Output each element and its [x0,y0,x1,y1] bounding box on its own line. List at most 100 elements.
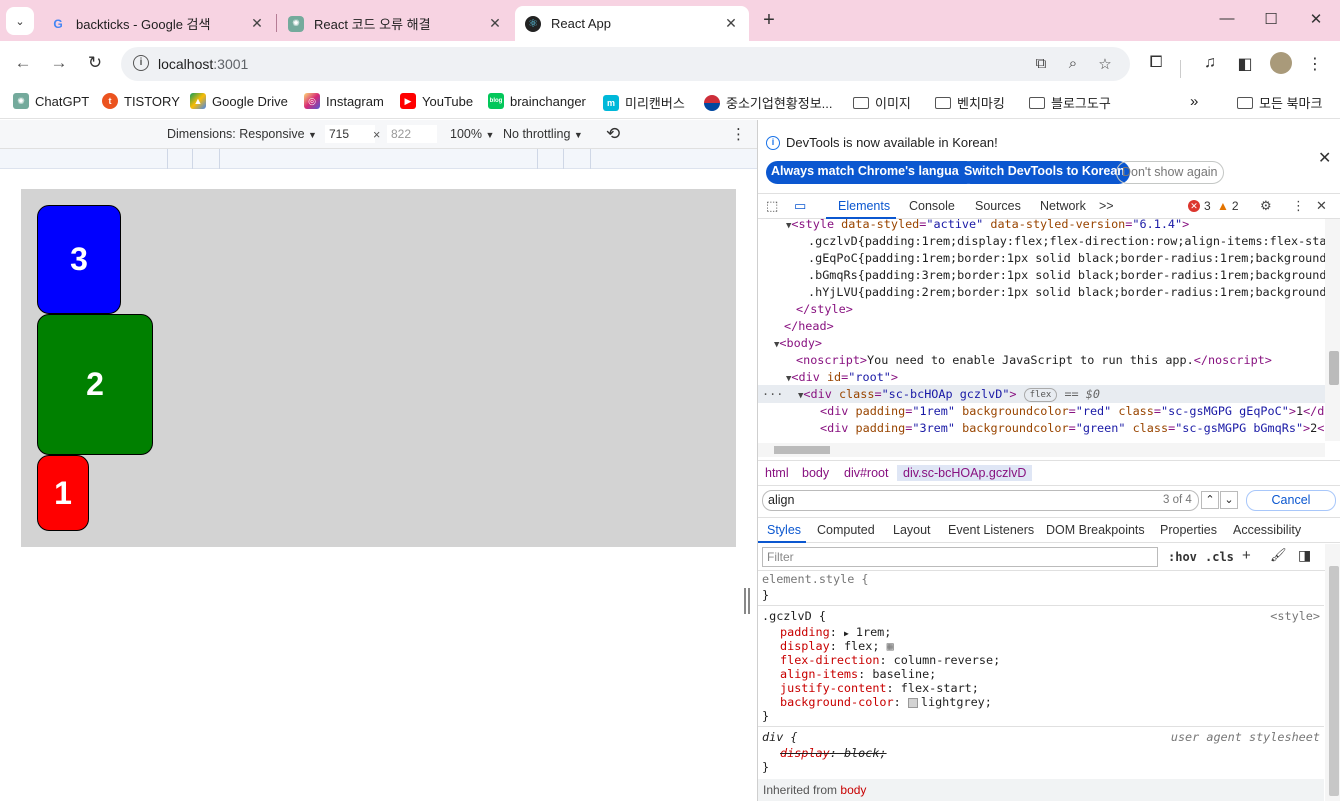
close-tab-icon[interactable]: ✕ [723,15,739,32]
css-property-align-items[interactable]: align-items: baseline; [780,667,936,681]
dom-line-head-close[interactable]: </head> [784,318,834,335]
tab-event-listeners[interactable]: Event Listeners [948,523,1034,537]
forward-arrow-icon[interactable]: → [48,53,70,73]
tab-sources[interactable]: Sources [975,199,1021,213]
match-language-button[interactable]: Always match Chrome's language [766,161,979,184]
bookmark-folder-blog-tools[interactable]: 블로그도구 [1029,93,1111,112]
styles-vertical-scrollbar[interactable] [1325,544,1340,801]
breadcrumb-html[interactable]: html [759,465,795,481]
bookmark-folder-benchmarking[interactable]: 벤치마킹 [935,93,1005,112]
avatar[interactable] [1270,52,1292,74]
bookmark-folder-images[interactable]: 이미지 [853,93,911,112]
breadcrumb-body[interactable]: body [796,465,835,481]
back-arrow-icon[interactable]: ← [12,53,34,73]
more-bookmarks-chevron-icon[interactable]: » [1190,93,1198,110]
tab-chatgpt[interactable]: ✺ React 코드 오류 해결 ✕ [278,6,513,41]
element-style-rule[interactable]: element.style { [762,572,869,586]
scrollbar-thumb[interactable] [774,446,830,454]
dom-line-style-close[interactable]: </style> [796,301,853,318]
close-window-icon[interactable]: ✕ [1306,10,1326,28]
color-swatch[interactable] [907,697,918,708]
paint-bucket-icon[interactable]: 🖌 [1270,547,1287,563]
breadcrumb-root[interactable]: div#root [838,465,894,481]
rule-selector[interactable]: .gczlvD { [762,609,826,623]
close-tab-icon[interactable]: ✕ [249,15,265,32]
close-infobar-icon[interactable]: ✕ [1318,148,1331,168]
minimize-icon[interactable]: — [1217,10,1237,27]
switch-to-korean-button[interactable]: Switch DevTools to Korean [959,161,1130,184]
css-property-display[interactable]: display: flex; ▦ [780,639,894,653]
search-cancel-button[interactable]: Cancel [1246,490,1336,511]
inherited-from-link[interactable]: body [840,783,866,797]
dimensions-select[interactable]: Dimensions: Responsive ▼ [167,127,317,141]
tab-properties[interactable]: Properties [1160,523,1217,537]
tab-search-button[interactable]: ⌄ [6,7,34,35]
tab-elements[interactable]: Elements [838,199,890,213]
media-query-ruler[interactable] [0,149,757,169]
rotate-icon[interactable]: ⟲ [606,124,620,144]
side-panel-icon[interactable]: ◧ [1234,54,1256,74]
dom-css-line[interactable]: .bGmqRs{padding:3rem;border:1px solid bl… [808,267,1325,284]
flex-badge[interactable]: flex [1023,387,1058,402]
reload-icon[interactable]: ↻ [84,53,106,73]
menu-kebab-icon[interactable]: ⋮ [1304,54,1326,74]
scrollbar-thumb[interactable] [1329,351,1339,385]
rule-origin-link[interactable]: <style> [1270,609,1320,623]
close-tab-icon[interactable]: ✕ [487,15,503,32]
dom-line-body[interactable]: ▼<body> [774,335,822,352]
dom-css-line[interactable]: .hYjLVU{padding:2rem;border:1px solid bl… [808,284,1325,301]
css-property-flex-direction[interactable]: flex-direction: column-reverse; [780,653,1000,667]
tab-accessibility[interactable]: Accessibility [1233,523,1301,537]
dom-line-style-open[interactable]: ▼<style data-styled="active" data-styled… [786,219,1189,233]
tab-computed[interactable]: Computed [817,523,875,537]
warning-count-badge[interactable]: ▲ 2 [1217,199,1239,213]
all-bookmarks[interactable]: 모든 북마크 [1237,93,1322,112]
close-devtools-icon[interactable]: ✕ [1316,198,1327,214]
tab-styles[interactable]: Styles [767,523,801,537]
bookmark-google-drive[interactable]: ▲ Google Drive [190,93,288,109]
tab-console[interactable]: Console [909,199,955,213]
more-tabs-chevron-icon[interactable]: >> [1099,199,1114,213]
scrollbar-thumb[interactable] [1329,566,1339,796]
toggle-sidebar-icon[interactable]: ◨ [1298,547,1311,564]
devtools-menu-kebab-icon[interactable]: ⋮ [1292,198,1305,214]
device-menu-kebab-icon[interactable]: ⋮ [731,125,746,143]
expand-triangle-icon[interactable]: ▶ [844,629,849,638]
zoom-icon[interactable]: ⌕ [1063,55,1083,72]
styles-filter-input[interactable]: Filter [762,547,1158,567]
tab-dom-breakpoints[interactable]: DOM Breakpoints [1046,523,1145,537]
search-next-icon[interactable]: ⌄ [1220,491,1238,509]
bookmark-sme-status[interactable]: 중소기업현황정보... [704,93,833,112]
dom-line-selected-div[interactable]: ▼<div class="sc-bcHOAp gczlvD"> flex == … [798,386,1100,403]
dom-line-noscript[interactable]: <noscript>You need to enable JavaScript … [796,352,1272,369]
css-property-background-color[interactable]: background-color: lightgrey; [780,695,992,709]
dom-horizontal-scrollbar[interactable] [758,443,1325,457]
class-toggle[interactable]: .cls [1205,550,1234,564]
bookmark-instagram[interactable]: ◎ Instagram [304,93,384,109]
dom-css-line[interactable]: .gczlvD{padding:1rem;display:flex;flex-d… [808,233,1325,250]
bookmark-youtube[interactable]: ▶ YouTube [400,93,473,109]
hover-state-toggle[interactable]: :hov [1168,550,1197,564]
dom-vertical-scrollbar[interactable] [1325,219,1340,441]
maximize-icon[interactable]: ☐ [1261,10,1281,28]
dom-line-child-2[interactable]: <div padding="3rem" backgroundcolor="gre… [820,420,1325,437]
dont-show-again-button[interactable]: Don't show again [1116,161,1224,184]
height-input[interactable]: 822 [387,125,437,143]
extensions-icon[interactable]: ⧠ [1145,54,1167,72]
css-property-justify-content[interactable]: justify-content: flex-start; [780,681,979,695]
new-tab-button[interactable]: + [758,9,780,32]
search-prev-icon[interactable]: ⌃ [1201,491,1219,509]
bookmark-chatgpt[interactable]: ✺ ChatGPT [13,93,89,109]
dom-search-input[interactable]: align [762,490,1199,511]
new-style-rule-icon[interactable]: + [1242,547,1251,564]
address-bar[interactable]: i localhost:3001 ⧉ ⌕ ☆ [121,47,1130,81]
dom-css-line[interactable]: .gEqPoC{padding:1rem;border:1px solid bl… [808,250,1325,267]
zoom-select[interactable]: 100% ▼ [450,127,494,141]
throttling-select[interactable]: No throttling ▼ [503,127,583,141]
dom-line-child-1[interactable]: <div padding="1rem" backgroundcolor="red… [820,403,1325,420]
tab-network[interactable]: Network [1040,199,1086,213]
tab-google[interactable]: G backticks - Google 검색 ✕ [40,6,275,41]
bookmark-star-icon[interactable]: ☆ [1095,55,1115,73]
bookmark-tistory[interactable]: t TISTORY [102,93,180,109]
viewport-resize-handle[interactable] [744,588,750,614]
